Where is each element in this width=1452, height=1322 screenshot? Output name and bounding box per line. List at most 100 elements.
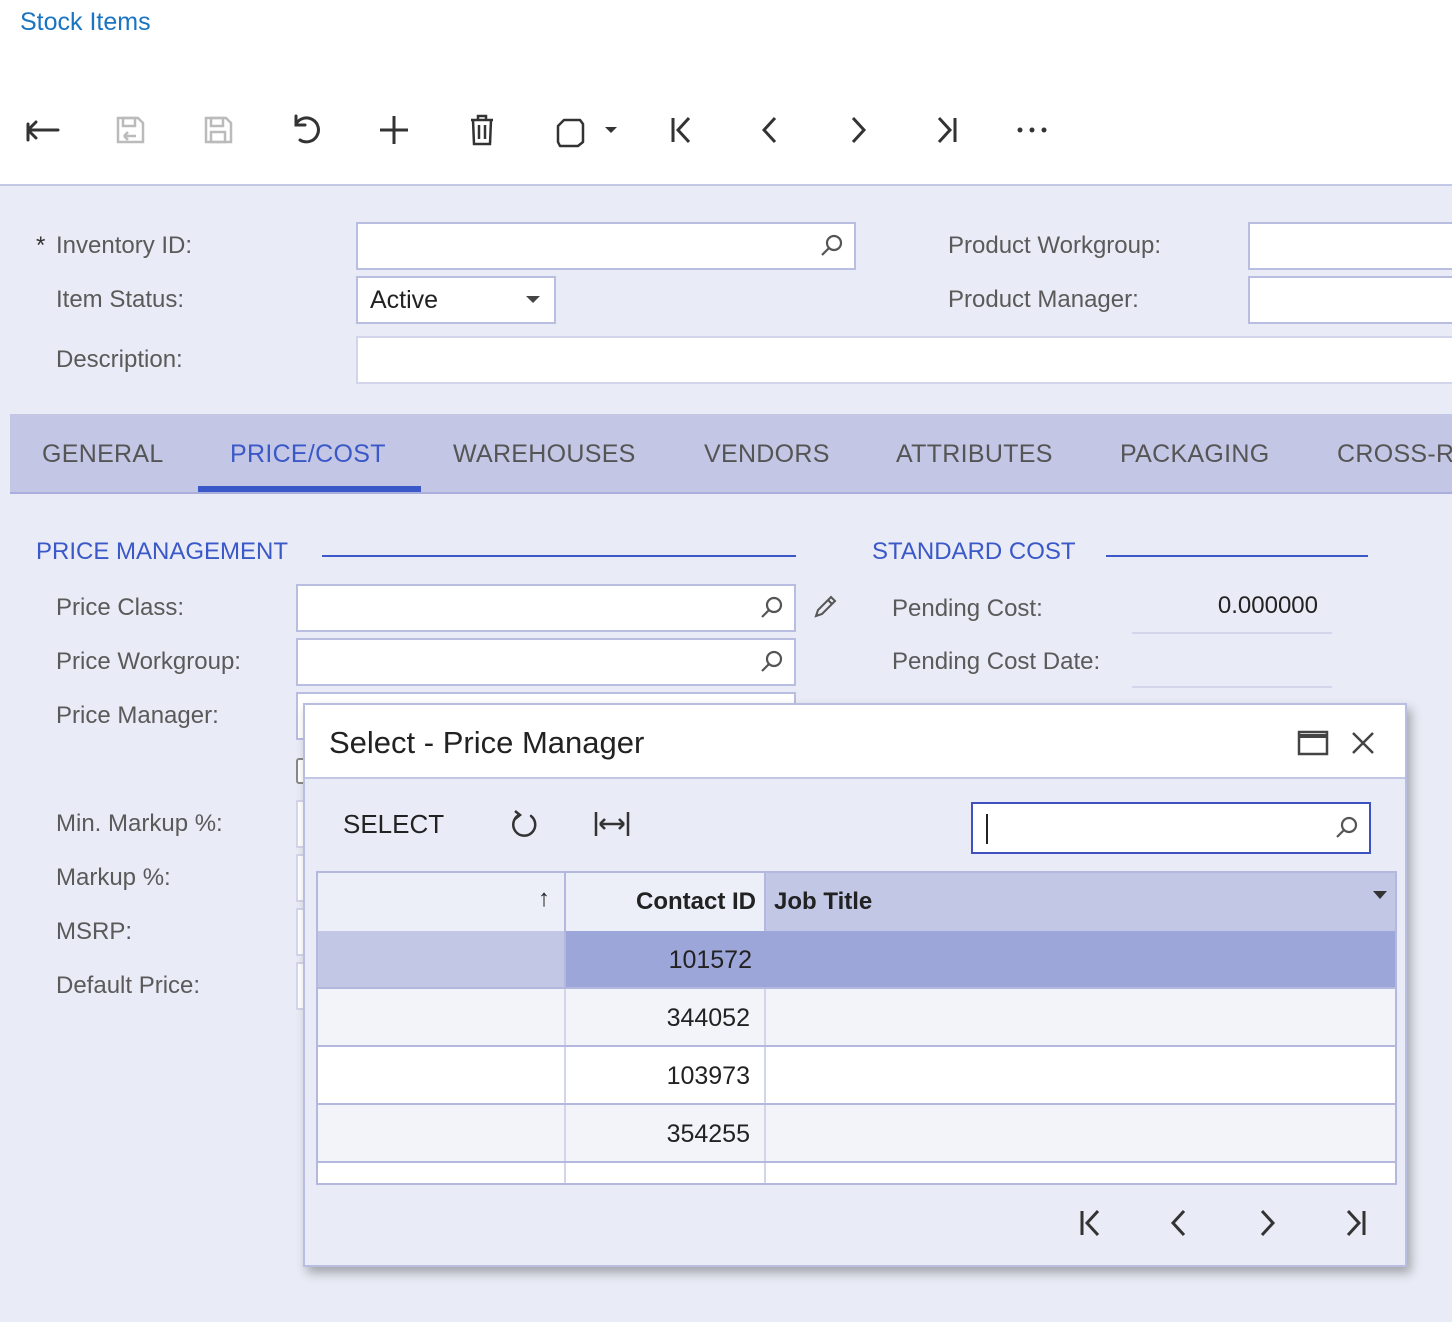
price-manager-label: Price Manager: <box>56 702 219 729</box>
contact-id-cell[interactable]: 103973 <box>566 1047 766 1103</box>
job-title-cell[interactable] <box>766 931 1395 987</box>
results-grid: ↑ Contact ID Job Title 101572 344052 103… <box>316 871 1397 1185</box>
section-divider <box>1106 555 1368 557</box>
active-tab-indicator <box>198 486 421 492</box>
grid-header: ↑ Contact ID Job Title <box>318 873 1395 933</box>
refresh-icon[interactable] <box>507 807 541 841</box>
top-toolbar-area: Stock Items <box>0 0 1452 186</box>
search-icon[interactable] <box>1333 814 1361 842</box>
next-record-icon[interactable] <box>836 108 880 152</box>
last-page-icon[interactable] <box>1335 1203 1375 1243</box>
description-field[interactable] <box>356 336 1452 384</box>
close-icon[interactable] <box>1349 729 1377 757</box>
maximize-icon[interactable] <box>1297 729 1329 757</box>
item-status-value: Active <box>370 286 439 314</box>
dialog-header: Select - Price Manager <box>305 705 1405 779</box>
product-manager-field[interactable] <box>1248 276 1452 324</box>
search-icon[interactable] <box>818 232 846 260</box>
job-title-cell[interactable] <box>766 989 1395 1045</box>
pending-cost-field: 0.000000 <box>1132 584 1332 634</box>
row-selector[interactable] <box>318 1047 566 1103</box>
dialog-title: Select - Price Manager <box>329 725 645 760</box>
undo-icon[interactable] <box>284 108 328 152</box>
first-record-icon[interactable] <box>660 108 704 152</box>
tab-price-cost[interactable]: PRICE/COST <box>230 440 386 469</box>
pending-cost-label: Pending Cost: <box>892 595 1043 622</box>
chevron-down-icon[interactable] <box>596 108 626 152</box>
tab-warehouses[interactable]: WAREHOUSES <box>453 440 636 469</box>
column-job-title[interactable]: Job Title <box>766 873 1395 931</box>
contact-id-cell <box>566 1163 766 1183</box>
first-page-icon[interactable] <box>1071 1203 1111 1243</box>
contact-id-cell[interactable]: 344052 <box>566 989 766 1045</box>
standard-cost-title: STANDARD COST <box>872 538 1076 565</box>
row-selector <box>318 1163 566 1183</box>
delete-icon[interactable] <box>460 108 504 152</box>
table-row[interactable]: 354255 <box>318 1105 1395 1163</box>
previous-record-icon[interactable] <box>748 108 792 152</box>
save-icon <box>196 108 240 152</box>
table-row-partial <box>318 1163 1395 1183</box>
markup-label: Markup %: <box>56 864 171 891</box>
back-icon[interactable] <box>20 108 64 152</box>
job-title-cell[interactable] <box>766 1047 1395 1103</box>
next-page-icon[interactable] <box>1247 1203 1287 1243</box>
price-class-label: Price Class: <box>56 594 185 621</box>
fit-columns-icon[interactable] <box>593 807 631 841</box>
product-workgroup-field[interactable] <box>1248 222 1452 270</box>
text-caret <box>986 814 988 844</box>
pending-cost-date-label: Pending Cost Date: <box>892 648 1101 675</box>
contact-id-cell[interactable]: 354255 <box>566 1105 766 1161</box>
column-contact-id-label: Contact ID <box>636 888 756 915</box>
contact-id-value: 103973 <box>666 1062 750 1090</box>
row-selector[interactable] <box>318 1105 566 1161</box>
tab-cross-reference[interactable]: CROSS-R <box>1337 440 1452 469</box>
column-job-title-label: Job Title <box>774 888 873 915</box>
price-management-title: PRICE MANAGEMENT <box>36 538 289 565</box>
edit-icon[interactable] <box>810 592 840 622</box>
tab-bar: GENERAL PRICE/COST WAREHOUSES VENDORS AT… <box>10 414 1452 494</box>
page-title[interactable]: Stock Items <box>20 8 151 37</box>
tab-vendors[interactable]: VENDORS <box>704 440 830 469</box>
price-workgroup-field[interactable] <box>296 638 796 686</box>
item-status-select[interactable]: Active <box>356 276 556 324</box>
chevron-down-icon[interactable] <box>1373 891 1387 899</box>
tab-packaging[interactable]: PACKAGING <box>1120 440 1270 469</box>
search-icon[interactable] <box>758 594 786 622</box>
contact-id-value: 344052 <box>666 1004 750 1032</box>
row-selector[interactable] <box>318 989 566 1045</box>
tab-attributes[interactable]: ATTRIBUTES <box>896 440 1053 469</box>
msrp-label: MSRP: <box>56 918 133 945</box>
chevron-down-icon[interactable] <box>526 296 540 303</box>
add-icon[interactable] <box>372 108 416 152</box>
column-contact-id[interactable]: Contact ID <box>566 873 766 931</box>
table-row[interactable]: 101572 <box>318 931 1395 989</box>
tab-general[interactable]: GENERAL <box>42 440 164 469</box>
price-class-field[interactable] <box>296 584 796 632</box>
inventory-id-field[interactable] <box>356 222 856 270</box>
item-status-label: Item Status: <box>56 286 185 313</box>
price-workgroup-label: Price Workgroup: <box>56 648 241 675</box>
dialog-search-input[interactable] <box>971 802 1371 854</box>
job-title-cell[interactable] <box>766 1105 1395 1161</box>
last-record-icon[interactable] <box>924 108 968 152</box>
description-label: Description: <box>56 346 183 373</box>
required-marker: * <box>36 232 46 259</box>
search-icon[interactable] <box>758 648 786 676</box>
min-markup-label: Min. Markup %: <box>56 810 223 837</box>
table-row[interactable]: 344052 <box>318 989 1395 1047</box>
contact-id-cell[interactable]: 101572 <box>566 931 766 987</box>
contact-id-value: 101572 <box>668 946 752 974</box>
row-selector[interactable] <box>318 931 566 987</box>
previous-page-icon[interactable] <box>1159 1203 1199 1243</box>
table-row[interactable]: 103973 <box>318 1047 1395 1105</box>
clipboard-icon[interactable] <box>548 108 592 152</box>
select-button[interactable]: SELECT <box>343 809 444 840</box>
sort-ascending-icon[interactable]: ↑ <box>538 885 550 913</box>
more-icon[interactable] <box>1010 108 1054 152</box>
product-workgroup-label: Product Workgroup: <box>948 232 1161 259</box>
default-price-label: Default Price: <box>56 972 201 999</box>
grid-header-selector[interactable]: ↑ <box>318 873 566 931</box>
product-manager-label: Product Manager: <box>948 286 1139 313</box>
pending-cost-value: 0.000000 <box>1217 592 1318 619</box>
